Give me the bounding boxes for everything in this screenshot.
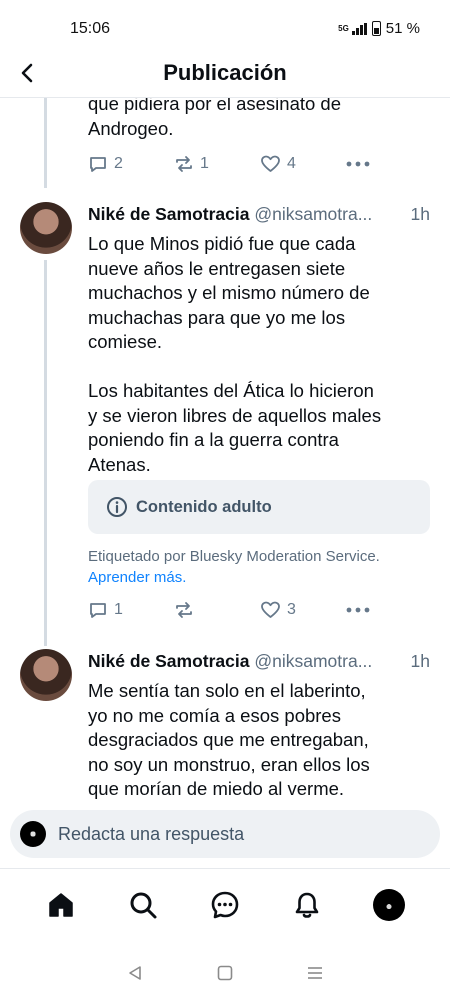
- post-timestamp: 1h: [410, 651, 430, 671]
- status-indicators: 5G 51 %: [338, 20, 420, 37]
- triangle-back-icon: [129, 965, 141, 980]
- reply-button[interactable]: 2: [88, 154, 174, 174]
- repost-icon: [176, 602, 192, 618]
- learn-more-link[interactable]: Aprender más.: [88, 569, 186, 586]
- battery-level: 51 %: [385, 20, 420, 37]
- signal-icon: [351, 22, 367, 35]
- search-icon: [130, 892, 157, 918]
- info-icon: [107, 497, 127, 517]
- profile-avatar: [373, 888, 405, 921]
- menu-lines-icon: [308, 966, 322, 979]
- reply-composer[interactable]: Redacta una respuesta: [10, 810, 440, 858]
- post-header: Niké de Samotracia @niksamotra...: [88, 204, 372, 225]
- system-nav-bar: [0, 945, 450, 1000]
- more-options-button[interactable]: [346, 161, 386, 167]
- chat-icon: [211, 891, 239, 918]
- tab-search[interactable]: [121, 883, 165, 927]
- thread-line: [44, 98, 47, 188]
- home-icon: [49, 892, 73, 917]
- nav-home-button[interactable]: [210, 958, 240, 988]
- more-options-button[interactable]: [346, 607, 386, 613]
- reply-button[interactable]: 1: [88, 600, 174, 620]
- moderation-label: Etiquetado por Bluesky Moderation Servic…: [88, 548, 380, 586]
- reply-placeholder: Redacta una respuesta: [58, 823, 245, 844]
- like-button[interactable]: 4: [260, 154, 346, 174]
- status-time: 15:06: [70, 20, 111, 37]
- tab-notifications[interactable]: [285, 883, 329, 927]
- tab-home[interactable]: [39, 883, 83, 927]
- post-text: Lo que Minos pidió fue que cada nueve añ…: [88, 233, 382, 475]
- repost-icon: [176, 156, 192, 172]
- comment-icon: [90, 157, 106, 172]
- post-timestamp: 1h: [410, 204, 430, 224]
- status-bar: 15:06 5G 51 %: [0, 0, 450, 58]
- battery-icon: [371, 21, 381, 36]
- user-avatar: [20, 821, 46, 847]
- avatar[interactable]: [20, 649, 72, 701]
- tab-profile[interactable]: [367, 883, 411, 927]
- ellipsis-icon: [346, 161, 370, 167]
- bell-icon: [295, 892, 319, 918]
- heart-icon: [261, 155, 280, 172]
- author-handle[interactable]: @niksamotra...: [254, 204, 372, 224]
- post-actions: 2 1 4: [88, 154, 388, 174]
- author-name[interactable]: Niké de Samotracia: [88, 204, 249, 224]
- thread-feed[interactable]: que pidiera por el asesinato de Androgeo…: [0, 98, 450, 800]
- header: Publicación: [0, 52, 450, 98]
- content-warning-label: Contenido adulto: [136, 497, 272, 516]
- post-header: Niké de Samotracia @niksamotra...: [88, 651, 372, 672]
- page-title: Publicación: [163, 60, 287, 85]
- tab-chat[interactable]: [203, 883, 247, 927]
- like-button[interactable]: 3: [260, 600, 346, 620]
- ellipsis-icon: [346, 607, 370, 613]
- repost-button[interactable]: [174, 600, 260, 620]
- network-type: 5G: [338, 23, 349, 33]
- comment-icon: [90, 603, 106, 618]
- repost-button[interactable]: 1: [174, 154, 260, 174]
- avatar[interactable]: [20, 202, 72, 254]
- heart-icon: [261, 601, 280, 618]
- content-warning[interactable]: Contenido adulto: [88, 480, 430, 534]
- post-text: Me sentía tan solo en el laberinto, yo n…: [88, 680, 370, 799]
- nav-back-button[interactable]: [120, 958, 150, 988]
- bottom-tab-bar: [0, 868, 450, 940]
- author-name[interactable]: Niké de Samotracia: [88, 651, 249, 671]
- author-handle[interactable]: @niksamotra...: [254, 651, 372, 671]
- nav-recents-button[interactable]: [300, 958, 330, 988]
- post-actions: 1 3: [88, 600, 388, 620]
- thread-line: [44, 260, 47, 646]
- square-home-icon: [217, 965, 233, 980]
- post-text: que pidiera por el asesinato de Androgeo…: [88, 98, 342, 139]
